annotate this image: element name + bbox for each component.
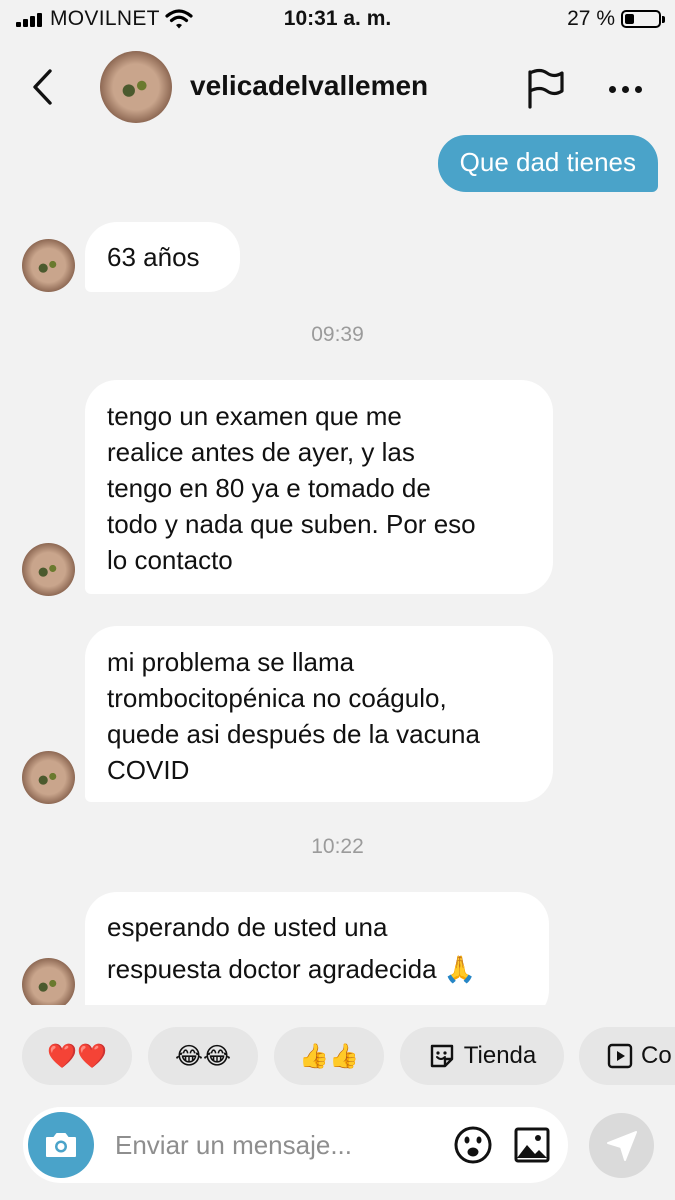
avatar[interactable]: [100, 51, 172, 123]
incoming-message[interactable]: tengo un examen que me realice antes de …: [85, 380, 553, 594]
quick-reply-thumbs[interactable]: 👍👍: [274, 1027, 384, 1085]
back-button[interactable]: [22, 65, 62, 109]
incoming-message[interactable]: mi problema se llama trombocitopénica no…: [85, 626, 553, 802]
quick-reply-hearts[interactable]: ❤️❤️: [22, 1027, 132, 1085]
chevron-left-icon: [33, 69, 52, 105]
avatar[interactable]: [22, 958, 75, 1005]
smiley-icon: [454, 1126, 492, 1164]
message-line: todo y nada que suben. Por eso: [107, 509, 476, 539]
camera-icon: [46, 1133, 76, 1157]
image-icon: [514, 1127, 550, 1163]
battery-percent: 27 %: [567, 7, 615, 30]
message-line: mi problema se llama: [107, 647, 355, 677]
message-list[interactable]: Que dad tienes 63 años 09:39 tengo un ex…: [0, 135, 675, 1005]
timestamp: 10:22: [311, 835, 364, 858]
message-line: tengo un examen que me: [107, 401, 402, 431]
camera-button[interactable]: [28, 1112, 94, 1178]
sticker-icon: [430, 1044, 453, 1068]
message-input[interactable]: [115, 1127, 435, 1163]
avatar[interactable]: [22, 543, 75, 596]
timestamp: 09:39: [311, 323, 364, 346]
shop-label: Tienda: [463, 1042, 537, 1069]
laugh-emoji: 😂😂: [174, 1042, 232, 1070]
play-icon: [607, 1043, 633, 1069]
status-bar: MOVILNET 10:31 a. m. 27 %: [0, 0, 675, 40]
more-icon: [608, 85, 616, 93]
message-composer: [23, 1107, 568, 1183]
battery-icon: [621, 10, 665, 28]
avatar[interactable]: [22, 239, 75, 292]
chat-header: velicadelvallemen: [0, 40, 675, 135]
message-line: COVID: [107, 755, 190, 785]
avatar[interactable]: [22, 751, 75, 804]
incoming-message[interactable]: 63 años: [85, 222, 240, 292]
flag-icon: [528, 68, 564, 109]
quick-reply-laugh[interactable]: 😂😂: [148, 1027, 258, 1085]
chat-username[interactable]: velicadelvallemen: [190, 70, 428, 102]
send-button[interactable]: [589, 1113, 654, 1178]
report-button[interactable]: [522, 67, 568, 111]
message-line: esperando de usted una: [107, 912, 388, 942]
message-line: lo contacto: [107, 545, 233, 575]
thumbs-up-emoji: 👍👍: [299, 1042, 359, 1070]
incoming-message[interactable]: esperando de usted una respuesta doctor …: [85, 892, 549, 1005]
more-options-button[interactable]: [600, 67, 650, 111]
video-label: Co: [641, 1042, 672, 1069]
message-line: realice antes de ayer, y las: [107, 437, 415, 467]
message-line: trombocitopénica no coágulo,: [107, 683, 447, 713]
heart-emoji: ❤️❤️: [47, 1042, 107, 1070]
shop-button[interactable]: Tienda: [400, 1027, 564, 1085]
video-button[interactable]: Co: [579, 1027, 675, 1085]
outgoing-message[interactable]: Que dad tienes: [437, 135, 658, 192]
send-icon: [606, 1130, 637, 1161]
quick-reply-bar: ❤️❤️ 😂😂 👍👍 Tienda Co: [0, 1027, 675, 1085]
emoji-button[interactable]: [453, 1125, 493, 1165]
message-line: quede asi después de la vacuna: [107, 719, 480, 749]
battery-fill: [625, 14, 634, 24]
gallery-button[interactable]: [512, 1125, 552, 1165]
message-line: tengo en 80 ya e tomado de: [107, 473, 431, 503]
message-line: respuesta doctor agradecida 🙏: [107, 954, 477, 984]
